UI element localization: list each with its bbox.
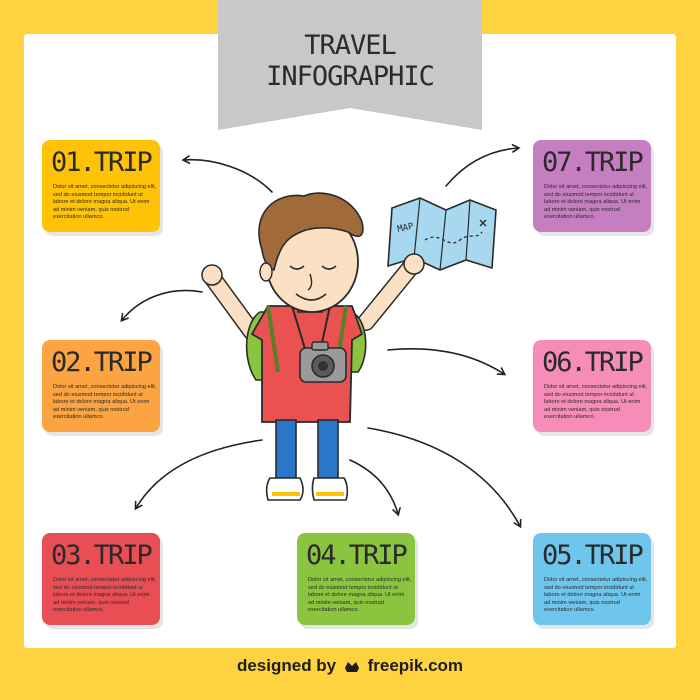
map-icon xyxy=(387,197,497,271)
infographic: TRAVEL INFOGRAPHIC 01.TRIP Dolor sit ame… xyxy=(0,0,700,700)
footer-brand[interactable]: freepik.com xyxy=(368,656,463,675)
left-shoe xyxy=(265,477,304,501)
left-hand xyxy=(201,264,223,286)
camera-icon xyxy=(299,341,347,383)
footer-credit: designed by freepik.com xyxy=(0,656,700,679)
arrow-trip-06 xyxy=(387,348,504,374)
arrow-trip-04 xyxy=(349,459,398,514)
arrow-trip-03 xyxy=(136,439,263,508)
arrow-trip-05 xyxy=(367,427,520,526)
arrow-trip-02 xyxy=(122,289,203,320)
arrow-trip-07 xyxy=(445,148,518,187)
traveler-illustration: MAP xyxy=(0,0,700,700)
right-leg xyxy=(317,419,339,479)
left-leg xyxy=(275,419,297,479)
footer-prefix: designed by xyxy=(236,656,337,675)
arrow-trip-01 xyxy=(184,160,273,193)
right-shoe xyxy=(311,477,349,501)
right-hand xyxy=(403,253,425,275)
freepik-logo-icon xyxy=(343,658,361,679)
